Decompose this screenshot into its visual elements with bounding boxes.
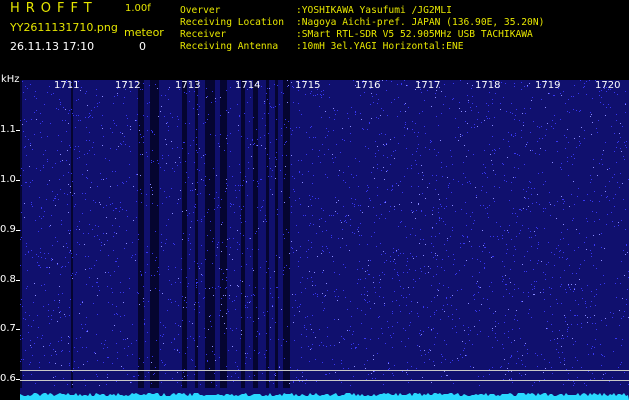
app-title: HROFFT [10,1,98,16]
meteor-count: 0 [139,40,146,53]
station-info: Overver :YOSHIKAWA Yasufumi /JG2MLI Recei… [180,5,544,53]
info-label: Receiver [180,29,227,40]
info-row-location: Receiving Location :Nagoya Aichi-pref. JA… [180,17,544,29]
x-tick-label: 1715 [295,80,321,91]
info-row-observer: Overver :YOSHIKAWA Yasufumi /JG2MLI [180,5,544,17]
dark-band [205,80,215,388]
info-value: :YOSHIKAWA Yasufumi /JG2MLI [296,5,452,16]
spectrogram-canvas [20,80,629,400]
dark-band [241,80,245,388]
dark-band [150,80,159,388]
x-tick-label: 1712 [115,80,141,91]
dark-band [275,80,278,388]
x-tick-label: 1717 [415,80,441,91]
dark-band [20,80,22,388]
info-value: :SMart RTL-SDR V5 52.905MHz USB TACHIKAW… [296,29,533,40]
spectrogram-plot [20,80,629,400]
info-label: Receiving Antenna [180,41,279,52]
header-panel: HROFFT 1.00f YY2611131710.png 26.11.13 1… [0,0,629,76]
spectrogram-background [20,80,629,400]
dark-band [220,80,227,388]
app-version: 1.00f [125,3,151,14]
file-name: YY2611131710.png [10,21,118,34]
info-label: Overver [180,5,221,16]
meteor-label: meteor [124,26,164,39]
info-label: Receiving Location [180,17,284,28]
dark-band [182,80,187,388]
hrofft-window: HROFFT 1.00f YY2611131710.png 26.11.13 1… [0,0,629,400]
dark-band [195,80,198,388]
info-row-antenna: Receiving Antenna :10mH 3el.YAGI Horizont… [180,41,544,53]
x-tick-label: 1714 [235,80,261,91]
dark-band [266,80,269,388]
info-row-receiver: Receiver :SMart RTL-SDR V5 52.905MHz USB … [180,29,544,41]
dark-band [71,80,73,388]
marker-line [20,370,629,371]
y-axis-unit: kHz [1,74,20,85]
x-tick-label: 1719 [535,80,561,91]
timestamp: 26.11.13 17:10 [10,40,95,53]
x-tick-label: 1718 [475,80,501,91]
marker-line [20,380,629,381]
x-tick-label: 1716 [355,80,381,91]
info-value: :Nagoya Aichi-pref. JAPAN (136.90E, 35.2… [296,17,545,28]
x-tick-label: 1720 [595,80,621,91]
x-tick-label: 1711 [54,80,80,91]
x-tick-label: 1713 [175,80,201,91]
info-value: :10mH 3el.YAGI Horizontal:ENE [296,41,464,52]
